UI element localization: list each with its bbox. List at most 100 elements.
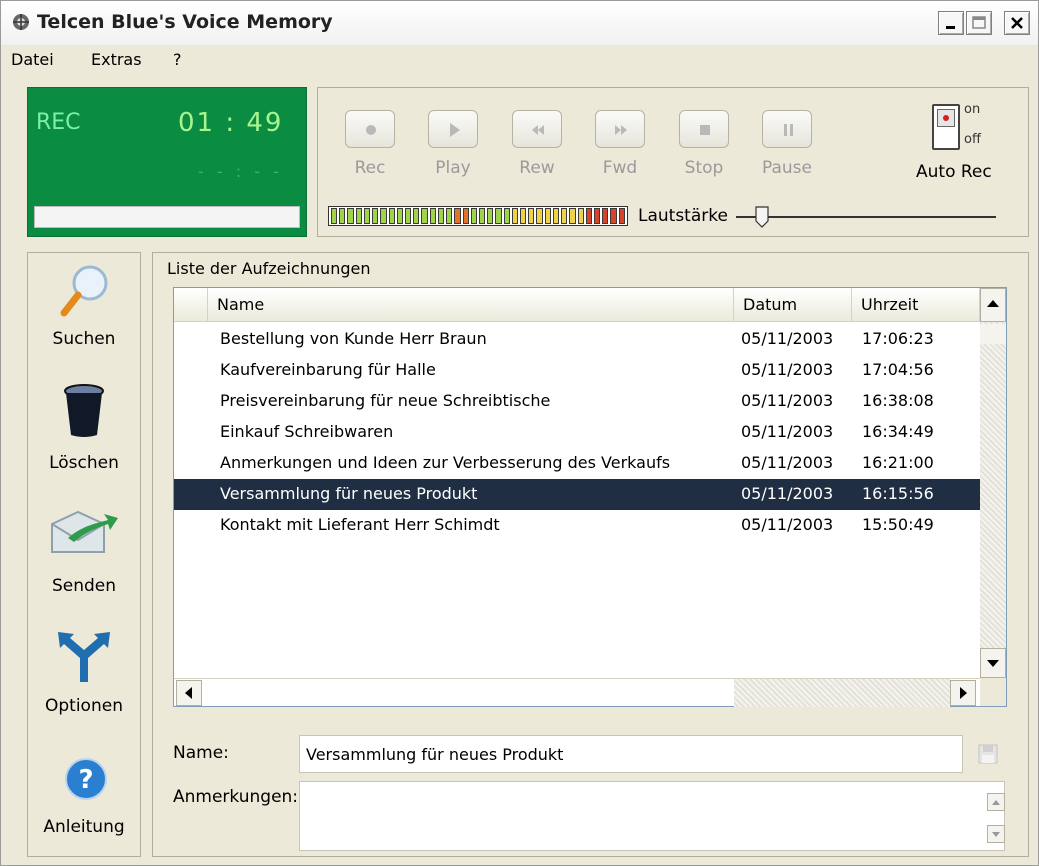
search-button[interactable]: Suchen [28,263,140,363]
send-icon [51,510,118,553]
cell-time: 17:04:56 [862,360,934,379]
vertical-scroll-thumb[interactable] [980,324,1006,344]
autorec-label: Auto Rec [916,162,992,182]
title-bar[interactable]: Telcen Blue's Voice Memory [1,1,1038,45]
vu-segment [594,208,601,224]
notes-field[interactable] [299,781,1005,851]
scroll-up-button[interactable] [980,288,1006,322]
fast-forward-icon [615,125,627,135]
trash-icon [64,384,104,437]
table-row[interactable]: Versammlung für neues Produkt 05/11/2003 1… [174,479,980,510]
record-indicator-icon [943,115,949,121]
cell-date: 05/11/2003 [741,360,834,379]
options-icon [58,632,110,682]
header-date[interactable]: Datum [734,288,852,322]
notes-scroll-down[interactable] [987,825,1005,843]
vertical-scrollbar[interactable] [980,288,1006,706]
send-label: Senden [51,576,117,596]
maximize-button[interactable] [966,11,992,35]
play-icon [450,123,460,137]
transport-panel: Rec Play Rew Fwd Stop Pause on off Auto … [317,87,1029,237]
table-row[interactable]: Kaufvereinbarung für Halle 05/11/2003 17:0… [174,355,980,386]
horizontal-scrollbar[interactable] [174,678,980,707]
close-button[interactable] [1004,11,1030,35]
vu-segment [544,208,551,224]
play-button[interactable] [428,110,478,148]
name-label: Name: [173,743,229,763]
rew-button[interactable] [512,110,562,148]
vu-segment [520,208,527,224]
list-header: Name Datum Uhrzeit [174,288,980,322]
horizontal-scroll-track[interactable] [734,679,950,707]
recordings-title: Liste der Aufzeichnungen [167,259,371,278]
vu-segment [503,208,510,224]
table-row[interactable]: Kontakt mit Lieferant Herr Schimdt 05/11/… [174,510,980,541]
menu-datei[interactable]: Datei [11,50,54,69]
cell-time: 16:38:08 [862,391,934,410]
vu-segment [536,208,543,224]
minimize-icon [946,26,955,29]
scroll-right-button[interactable] [950,680,976,706]
rec-button-label: Rec [354,158,386,178]
cell-time: 15:50:49 [862,515,934,534]
vu-segment [487,208,494,224]
stop-button[interactable] [679,110,729,148]
menu-help[interactable]: ? [173,50,182,69]
save-icon[interactable] [977,743,999,765]
autorec-switch[interactable] [932,104,960,150]
minimize-button[interactable] [938,11,964,35]
cell-name: Preisvereinbarung für neue Schreibtische [220,391,551,410]
rec-button[interactable] [345,110,395,148]
help-button[interactable]: ? Anleitung [28,751,140,851]
vu-segment [569,208,576,224]
maximize-icon [972,16,986,29]
name-field[interactable] [299,735,963,773]
search-label: Suchen [52,329,116,349]
table-row[interactable]: Einkauf Schreibwaren 05/11/2003 16:34:49 [174,417,980,448]
cell-name: Bestellung von Kunde Herr Braun [220,329,487,348]
svg-text:?: ? [78,765,93,795]
volume-label: Lautstärke [638,206,728,226]
autorec-on-label: on [964,102,981,117]
header-name[interactable]: Name [208,288,734,322]
autorec-off-label: off [964,132,981,147]
vu-segment [454,208,461,224]
cell-date: 05/11/2003 [741,329,834,348]
vu-segment [478,208,486,224]
cell-date: 05/11/2003 [741,453,834,472]
app-window: Telcen Blue's Voice Memory Datei Extras … [0,0,1039,866]
vu-segment [355,208,362,224]
notes-scroll-up[interactable] [987,793,1005,811]
volume-slider-thumb[interactable] [755,206,769,228]
table-row[interactable]: Bestellung von Kunde Herr Braun 05/11/200… [174,324,980,355]
notes-label: Anmerkungen: [173,787,299,807]
scroll-down-button[interactable] [980,648,1006,678]
vu-segment [396,208,403,224]
scroll-left-button[interactable] [176,680,202,706]
cell-time: 16:15:56 [862,484,934,503]
rec-status: REC [36,110,81,135]
fwd-button[interactable] [595,110,645,148]
options-button[interactable]: Optionen [28,628,140,728]
vu-segment [372,208,379,224]
table-row[interactable]: Preisvereinbarung für neue Schreibtische… [174,386,980,417]
pause-button[interactable] [762,110,812,148]
menu-extras[interactable]: Extras [91,50,142,69]
help-icon: ? [65,758,107,800]
table-row[interactable]: Anmerkungen und Ideen zur Verbesserung d… [174,448,980,479]
rec-sub-time: - - : - - [198,162,283,181]
volume-track[interactable] [736,216,996,218]
cell-date: 05/11/2003 [741,484,834,503]
cell-name: Einkauf Schreibwaren [220,422,394,441]
recordings-list[interactable]: Name Datum Uhrzeit Bestellung von Kunde … [173,287,1007,707]
vu-segment [528,208,535,224]
vu-segment [602,208,609,224]
pause-icon [784,124,793,136]
header-time[interactable]: Uhrzeit [852,288,980,322]
header-select-column[interactable] [174,288,208,322]
delete-button[interactable]: Löschen [28,383,140,483]
vu-segment [552,208,560,224]
cell-name: Versammlung für neues Produkt [220,484,478,503]
vu-segment [561,208,568,224]
send-button[interactable]: Senden [28,508,140,608]
